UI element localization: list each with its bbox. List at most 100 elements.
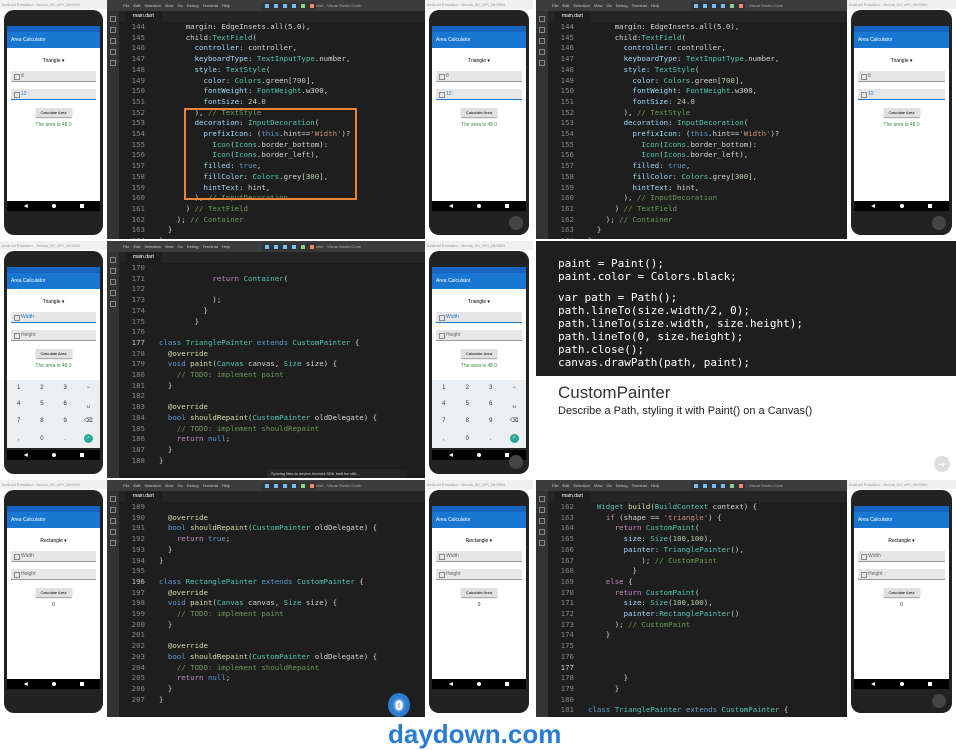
step-over-icon[interactable] [702,484,707,488]
menu-terminal[interactable]: Terminal [203,3,218,8]
recents-icon[interactable] [79,682,84,686]
key-0[interactable]: 0 [456,436,480,442]
key-backspace[interactable]: ⌫ [503,417,527,424]
calculate-button[interactable]: Calculate Area [461,108,497,117]
extensions-icon[interactable] [539,540,545,546]
tab-main-dart[interactable]: main.dart [125,491,162,502]
search-icon[interactable] [110,268,116,274]
height-field[interactable]: Height [11,330,96,341]
menu-terminal[interactable]: Terminal [203,244,218,249]
key-7[interactable]: 7 [7,418,30,424]
back-icon[interactable] [23,682,28,686]
tab-main-dart[interactable]: main.dart [554,491,591,502]
calculate-button[interactable]: Calculate Area [461,588,497,597]
home-icon[interactable] [477,682,482,686]
key-period[interactable]: . [54,436,77,442]
code-editor[interactable]: 170 171 return Container( 172 173 ); 174… [119,263,425,478]
menu-debug[interactable]: Debug [187,3,199,8]
step-out-icon[interactable] [291,245,296,249]
calculate-button[interactable]: Calculate Area [461,349,497,358]
restart-icon[interactable] [729,4,734,8]
shape-dropdown[interactable]: Rectangle ▾ [854,538,949,544]
key-4[interactable]: 4 [432,401,456,407]
shape-dropdown[interactable]: Triangle ▾ [7,299,100,305]
step-out-icon[interactable] [291,4,296,8]
menu-edit[interactable]: Edit [562,483,569,488]
stop-icon[interactable] [738,484,743,488]
shape-dropdown[interactable]: Triangle ▾ [854,58,949,64]
back-icon[interactable] [871,682,876,686]
menu-view[interactable]: View [594,3,603,8]
tab-main-dart[interactable]: main.dart [125,11,162,22]
key-3[interactable]: 3 [479,385,503,391]
key-4[interactable]: 4 [7,401,30,407]
menu-debug[interactable]: Debug [187,244,199,249]
recents-icon[interactable] [79,453,84,457]
pause-icon[interactable] [693,484,698,488]
code-editor[interactable]: 162 Widget build(BuildContext context) {… [548,502,847,717]
key-comma[interactable]: , [432,436,456,442]
debug-icon[interactable] [539,529,545,535]
menu-edit[interactable]: Edit [133,3,140,8]
explorer-icon[interactable] [110,496,116,502]
menu-debug[interactable]: Debug [616,3,628,8]
width-field[interactable]: 8 [436,71,522,82]
recents-icon[interactable] [928,682,933,686]
source-control-icon[interactable] [539,38,545,44]
stop-icon[interactable] [309,484,314,488]
step-out-icon[interactable] [720,4,725,8]
menu-selection[interactable]: Selection [573,483,589,488]
menu-selection[interactable]: Selection [573,3,589,8]
menu-help[interactable]: Help [222,3,230,8]
key-1[interactable]: 1 [7,385,30,391]
back-icon[interactable] [448,682,453,686]
menu-file[interactable]: File [123,3,129,8]
restart-icon[interactable] [300,484,305,488]
home-icon[interactable] [51,453,56,457]
menu-terminal[interactable]: Terminal [632,483,647,488]
menu-view[interactable]: View [165,3,174,8]
back-icon[interactable] [23,204,28,208]
search-icon[interactable] [539,27,545,33]
menu-edit[interactable]: Edit [562,3,569,8]
menu-view[interactable]: View [594,483,603,488]
height-field[interactable]: Height [436,330,522,341]
search-icon[interactable] [539,507,545,513]
key-2[interactable]: 2 [456,385,480,391]
height-field[interactable]: 12 [858,89,945,100]
menu-go[interactable]: Go [606,483,611,488]
key-9[interactable]: 9 [54,418,77,424]
search-icon[interactable] [110,507,116,513]
key-space[interactable]: ␣ [503,401,527,408]
menu-file[interactable]: File [123,483,129,488]
step-into-icon[interactable] [282,245,287,249]
back-icon[interactable] [448,453,453,457]
extensions-icon[interactable] [110,60,116,66]
step-into-icon[interactable] [711,484,716,488]
key-8[interactable]: 8 [456,418,480,424]
menu-help[interactable]: Help [222,244,230,249]
calculate-button[interactable]: Calculate Area [35,108,72,117]
recents-icon[interactable] [928,204,933,208]
source-control-icon[interactable] [110,518,116,524]
key-1[interactable]: 1 [432,385,456,391]
width-field[interactable]: Width [11,551,96,562]
back-icon[interactable] [23,453,28,457]
width-field[interactable]: Width [436,312,522,323]
home-icon[interactable] [477,204,482,208]
key-0[interactable]: 0 [30,436,53,442]
home-icon[interactable] [899,204,904,208]
restart-icon[interactable] [300,4,305,8]
key-comma[interactable]: , [7,436,30,442]
shape-dropdown[interactable]: Triangle ▾ [432,58,526,64]
stop-icon[interactable] [309,245,314,249]
calculate-button[interactable]: Calculate Area [35,588,72,597]
menu-help[interactable]: Help [651,3,659,8]
key-6[interactable]: 6 [54,401,77,407]
menu-debug[interactable]: Debug [616,483,628,488]
extensions-icon[interactable] [110,540,116,546]
key-5[interactable]: 5 [30,401,53,407]
key-8[interactable]: 8 [30,418,53,424]
menu-terminal[interactable]: Terminal [632,3,647,8]
pause-icon[interactable] [264,484,269,488]
